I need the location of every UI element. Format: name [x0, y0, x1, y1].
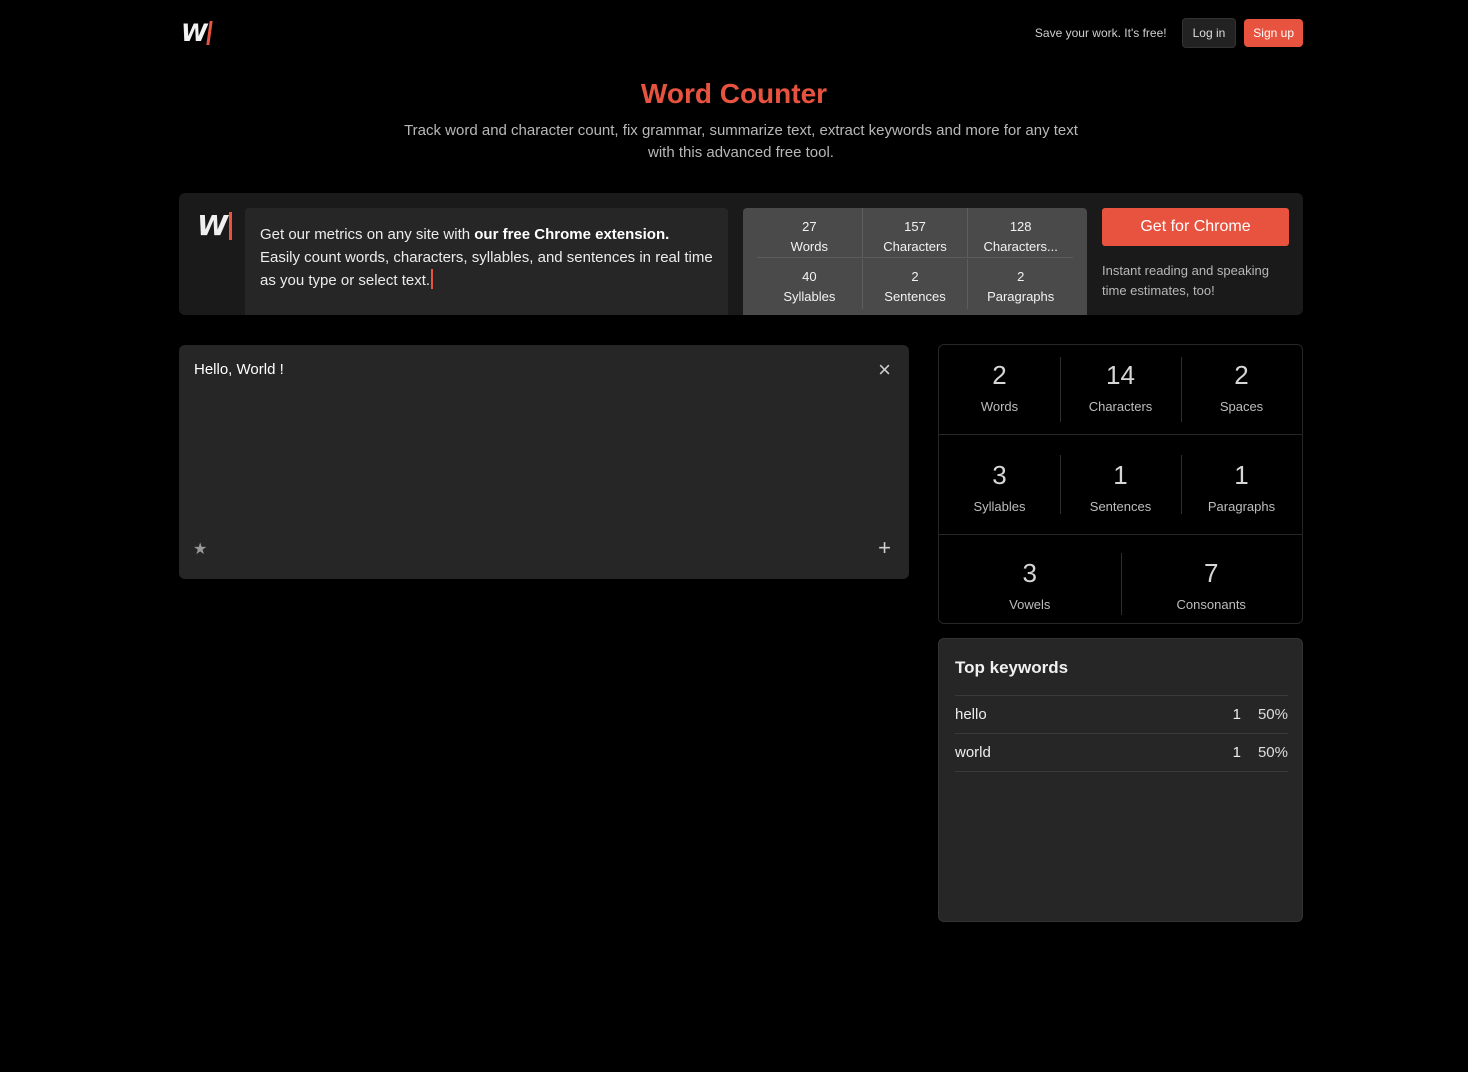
promo-metric-label: Words — [790, 239, 828, 254]
header-actions: Save your work. It's free! Log in Sign u… — [1035, 18, 1303, 48]
keyword-word: world — [955, 744, 991, 761]
stat-value: 2 — [992, 360, 1007, 390]
keyword-percent: 50% — [1257, 744, 1288, 761]
login-button[interactable]: Log in — [1181, 18, 1237, 48]
promo-text-end: Easily count words, characters, syllable… — [260, 248, 713, 290]
stats-row: 3 Vowels 7 Consonants — [939, 535, 1302, 623]
stat-characters: 14 Characters — [1060, 345, 1181, 434]
editor-text[interactable]: Hello, World ! — [194, 361, 284, 378]
promo-metric-label: Paragraphs — [987, 289, 1055, 304]
keywords-title: Top keywords — [955, 658, 1069, 677]
promo-logo: W — [197, 209, 232, 242]
text-editor[interactable]: Hello, World ! × ★ + — [179, 345, 909, 579]
promo-text-area[interactable]: Get our metrics on any site with our fre… — [245, 208, 728, 315]
promo-metric-value: 27 — [802, 219, 817, 234]
keyword-count: 1 — [1232, 744, 1241, 761]
text-statistics-panel: 2 Words 14 Characters 2 Spaces 3 Syllables 1… — [938, 344, 1303, 624]
logo[interactable]: W — [181, 19, 214, 47]
promo-metric-label: Sentences — [884, 289, 946, 304]
logo-text: W — [181, 19, 208, 47]
stat-value: 14 — [1106, 360, 1135, 390]
stat-consonants: 7 Consonants — [1120, 535, 1303, 623]
stat-paragraphs: 1 Paragraphs — [1181, 435, 1302, 534]
promo-metric-label: Characters... — [983, 239, 1058, 254]
promo-logo-accent-bar — [228, 212, 232, 240]
promo-metric-paragraphs: 2 Paragraphs — [967, 259, 1073, 309]
top-keywords-panel: Top keywords hello 1 50% world 1 50% — [938, 638, 1303, 922]
keyword-row: hello 1 50% — [955, 696, 1288, 734]
keywords-list: hello 1 50% world 1 50% — [955, 695, 1288, 772]
text-caret — [431, 269, 434, 289]
page-subtitle: Track word and character count, fix gram… — [404, 122, 1078, 161]
add-icon[interactable]: + — [878, 537, 891, 559]
logo-accent-bar — [206, 21, 214, 45]
chrome-extension-banner: W Get our metrics on any site with our f… — [179, 193, 1303, 315]
stat-label: Syllables — [973, 499, 1026, 514]
promo-metric-words: 27 Words — [757, 208, 862, 257]
stat-words: 2 Words — [939, 345, 1060, 434]
keyword-count: 1 — [1232, 706, 1241, 723]
promo-metrics-row: 27 Words 157 Characters 128 Characters... — [757, 208, 1073, 258]
promo-metric-characters-no-spaces: 128 Characters... — [967, 208, 1073, 257]
save-note: Save your work. It's free! — [1034, 26, 1167, 40]
promo-text-bold: our free Chrome extension. — [474, 226, 670, 243]
stat-sentences: 1 Sentences — [1060, 435, 1181, 534]
stat-vowels: 3 Vowels — [939, 535, 1121, 623]
stats-row: 2 Words 14 Characters 2 Spaces — [939, 345, 1302, 435]
promo-metric-value: 2 — [1017, 269, 1025, 284]
promo-metric-sentences: 2 Sentences — [861, 259, 968, 309]
promo-metric-label: Syllables — [783, 289, 836, 304]
promo-metrics-panel: 27 Words 157 Characters 128 Characters... 4… — [743, 208, 1087, 315]
promo-metric-value: 2 — [911, 269, 919, 284]
keyword-percent: 50% — [1257, 706, 1288, 723]
promo-metrics-row: 40 Syllables 2 Sentences 2 Paragraphs — [757, 259, 1073, 309]
stat-label: Spaces — [1219, 399, 1264, 414]
star-icon[interactable]: ★ — [193, 539, 207, 559]
stat-label: Sentences — [1089, 499, 1152, 514]
keyword-row: world 1 50% — [955, 734, 1288, 772]
promo-metric-value: 157 — [904, 219, 926, 234]
stat-syllables: 3 Syllables — [939, 435, 1060, 534]
stat-value: 1 — [1113, 460, 1128, 490]
promo-metric-value: 40 — [802, 269, 817, 284]
chrome-note: Instant reading and speaking time estima… — [1102, 263, 1269, 298]
stat-label: Consonants — [1176, 597, 1246, 612]
promo-text-start: Get our metrics on any site with — [260, 226, 475, 243]
promo-metric-syllables: 40 Syllables — [757, 259, 862, 309]
stat-value: 1 — [1234, 460, 1249, 490]
stat-value: 3 — [1022, 558, 1037, 588]
promo-metric-characters: 157 Characters — [861, 208, 968, 257]
stats-row: 3 Syllables 1 Sentences 1 Paragraphs — [939, 435, 1302, 535]
promo-metric-label: Characters — [883, 239, 947, 254]
get-for-chrome-button[interactable]: Get for Chrome — [1102, 208, 1289, 246]
stat-value: 7 — [1204, 558, 1219, 588]
clear-text-icon[interactable]: × — [878, 359, 891, 381]
stat-value: 2 — [1234, 360, 1249, 390]
signup-button[interactable]: Sign up — [1244, 19, 1303, 47]
stat-label: Paragraphs — [1207, 499, 1276, 514]
stat-label: Words — [980, 399, 1019, 414]
promo-logo-text: W — [197, 209, 228, 242]
promo-metric-value: 128 — [1009, 219, 1032, 234]
stat-label: Characters — [1088, 399, 1153, 414]
page-title: Word Counter — [640, 78, 828, 109]
stat-label: Vowels — [1009, 597, 1051, 612]
stat-value: 3 — [992, 460, 1007, 490]
stat-spaces: 2 Spaces — [1181, 345, 1302, 434]
keyword-word: hello — [955, 706, 987, 723]
